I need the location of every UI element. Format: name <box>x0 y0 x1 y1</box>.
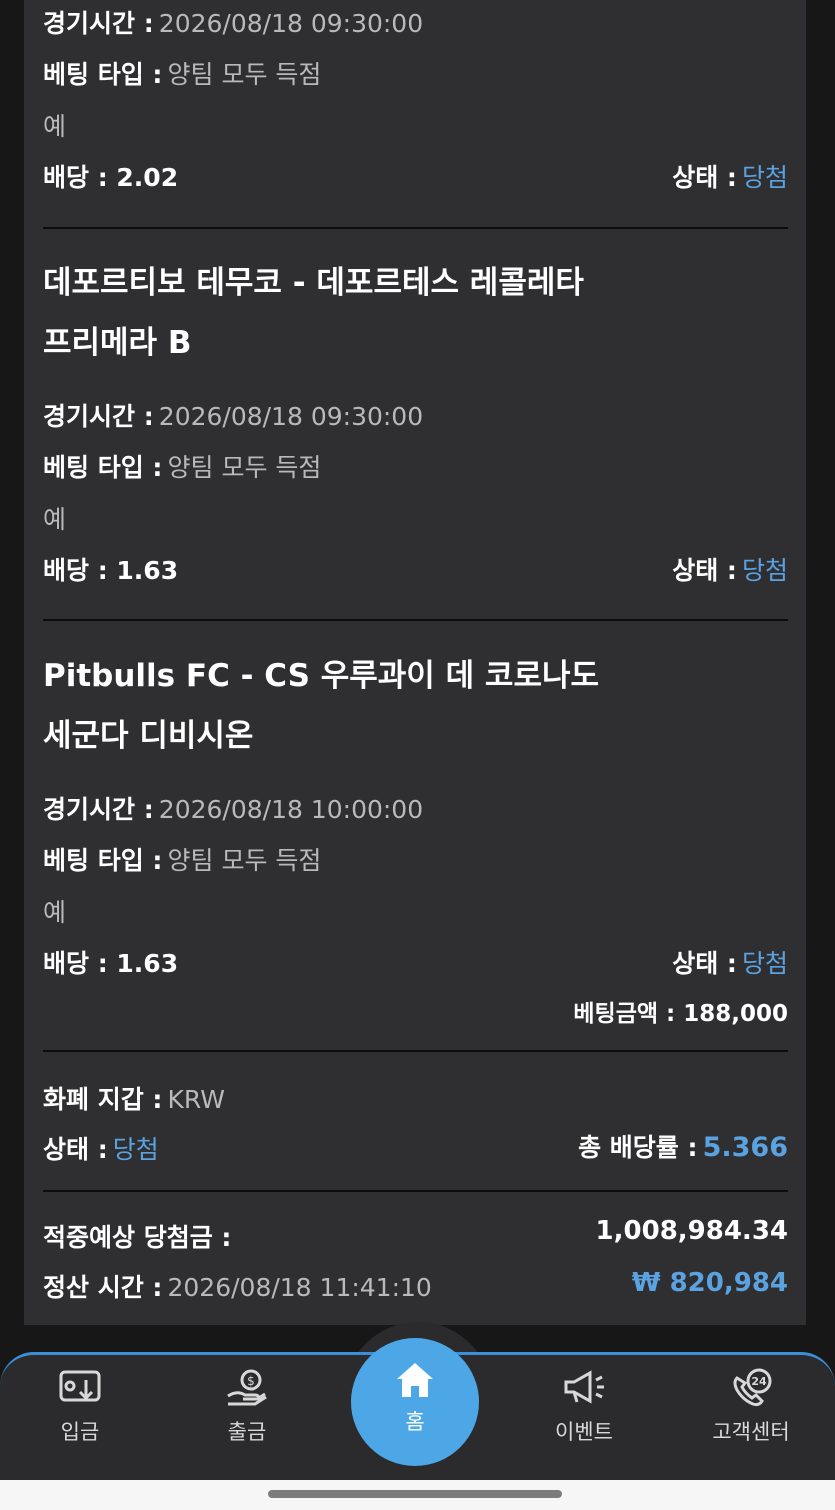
bet-type-value: 양팀 모두 득점 <box>167 846 322 875</box>
total-odds-value: 5.366 <box>702 1132 788 1163</box>
settle-time-label: 정산 시간 : <box>43 1273 163 1302</box>
settle-time-row: 정산 시간 : 2026/08/18 11:41:10 <box>43 1268 432 1304</box>
home-indicator[interactable] <box>268 1490 562 1498</box>
summary-status-value: 당첨 <box>112 1135 159 1164</box>
nav-home-label: 홈 <box>405 1410 425 1434</box>
match-time-value: 2026/08/18 10:00:00 <box>158 795 424 824</box>
nav-event[interactable]: 이벤트 <box>524 1368 644 1446</box>
bet-type-value: 양팀 모두 득점 <box>167 60 322 89</box>
bet3-match-title-line1: Pitbulls FC - CS 우루과이 데 코로나도 <box>43 658 600 694</box>
bet1-time-row: 경기시간 : 2026/08/18 09:30:00 <box>43 4 423 40</box>
match-time-value: 2026/08/18 09:30:00 <box>158 402 424 431</box>
bet2-odds: 배당 : 1.63 <box>43 556 179 585</box>
nav-withdraw-label: 출금 <box>227 1420 267 1444</box>
status-label: 상태 : <box>672 163 737 192</box>
support-phone-24-icon: 24 <box>733 1368 772 1407</box>
bet2-pick: 예 <box>43 505 67 534</box>
bet-type-label: 베팅 타입 : <box>43 846 163 875</box>
summary-status-label: 상태 : <box>43 1135 108 1164</box>
support-badge: 24 <box>751 1375 767 1388</box>
status-value: 당첨 <box>741 949 788 978</box>
nav-home[interactable]: 홈 <box>355 1360 475 1436</box>
match-time-value: 2026/08/18 09:30:00 <box>158 9 424 38</box>
megaphone-icon <box>564 1370 604 1404</box>
expected-winnings-label: 적중예상 당첨금 : <box>43 1223 232 1252</box>
bet-type-value: 양팀 모두 득점 <box>167 453 322 482</box>
status-value: 당첨 <box>741 556 788 585</box>
payout-amount: ₩ 820,984 <box>631 1268 788 1298</box>
nav-deposit[interactable]: 입금 <box>20 1368 140 1446</box>
bet3-odds: 배당 : 1.63 <box>43 949 179 978</box>
svg-text:$: $ <box>247 1374 255 1388</box>
currency-value: KRW <box>167 1085 225 1114</box>
deposit-icon <box>59 1370 101 1402</box>
nav-withdraw[interactable]: $ 출금 <box>187 1368 307 1446</box>
bet3-pick: 예 <box>43 898 67 927</box>
bet-type-label: 베팅 타입 : <box>43 60 163 89</box>
bet2-match-title-line1: 데포르티보 테무코 - 데포르테스 레콜레타 <box>43 265 584 301</box>
match-time-label: 경기시간 : <box>43 402 154 431</box>
currency-label: 화폐 지갑 : <box>43 1085 163 1114</box>
bet-amount: 베팅금액 : 188,000 <box>573 1001 788 1027</box>
withdraw-icon: $ <box>227 1369 267 1406</box>
bet2-status-row: 상태 : 당첨 <box>672 551 788 587</box>
match-time-label: 경기시간 : <box>43 9 154 38</box>
bet2-type-row: 베팅 타입 : 양팀 모두 득점 <box>43 448 321 484</box>
currency-row: 화폐 지갑 : KRW <box>43 1080 225 1116</box>
divider <box>43 1050 788 1052</box>
bet2-match-title-line2: 프리메라 B <box>43 325 192 361</box>
nav-support[interactable]: 24 고객센터 <box>691 1368 811 1446</box>
nav-support-label: 고객센터 <box>712 1420 790 1444</box>
bet3-match-title-line2: 세군다 디비시온 <box>43 718 254 754</box>
total-odds-label: 총 배당률 : <box>578 1133 698 1162</box>
bet1-status-row: 상태 : 당첨 <box>672 158 788 194</box>
divider <box>43 619 788 621</box>
bet3-time-row: 경기시간 : 2026/08/18 10:00:00 <box>43 790 423 826</box>
divider <box>43 1190 788 1192</box>
bet2-time-row: 경기시간 : 2026/08/18 09:30:00 <box>43 397 423 433</box>
bet3-status-row: 상태 : 당첨 <box>672 944 788 980</box>
home-icon <box>397 1363 433 1397</box>
bet-type-label: 베팅 타입 : <box>43 453 163 482</box>
expected-winnings-value: 1,008,984.34 <box>595 1216 788 1246</box>
bet1-odds: 배당 : 2.02 <box>43 163 179 192</box>
bet1-pick: 예 <box>43 112 67 141</box>
status-label: 상태 : <box>672 556 737 585</box>
summary-status-row: 상태 : 당첨 <box>43 1130 159 1166</box>
bet1-type-row: 베팅 타입 : 양팀 모두 득점 <box>43 55 321 91</box>
status-value: 당첨 <box>741 163 788 192</box>
bet3-type-row: 베팅 타입 : 양팀 모두 득점 <box>43 841 321 877</box>
nav-event-label: 이벤트 <box>555 1420 613 1444</box>
nav-deposit-label: 입금 <box>60 1420 100 1444</box>
total-odds-row: 총 배당률 : 5.366 <box>578 1128 788 1164</box>
settle-time-value: 2026/08/18 11:41:10 <box>167 1273 432 1302</box>
status-label: 상태 : <box>672 949 737 978</box>
match-time-label: 경기시간 : <box>43 795 154 824</box>
divider <box>43 227 788 229</box>
